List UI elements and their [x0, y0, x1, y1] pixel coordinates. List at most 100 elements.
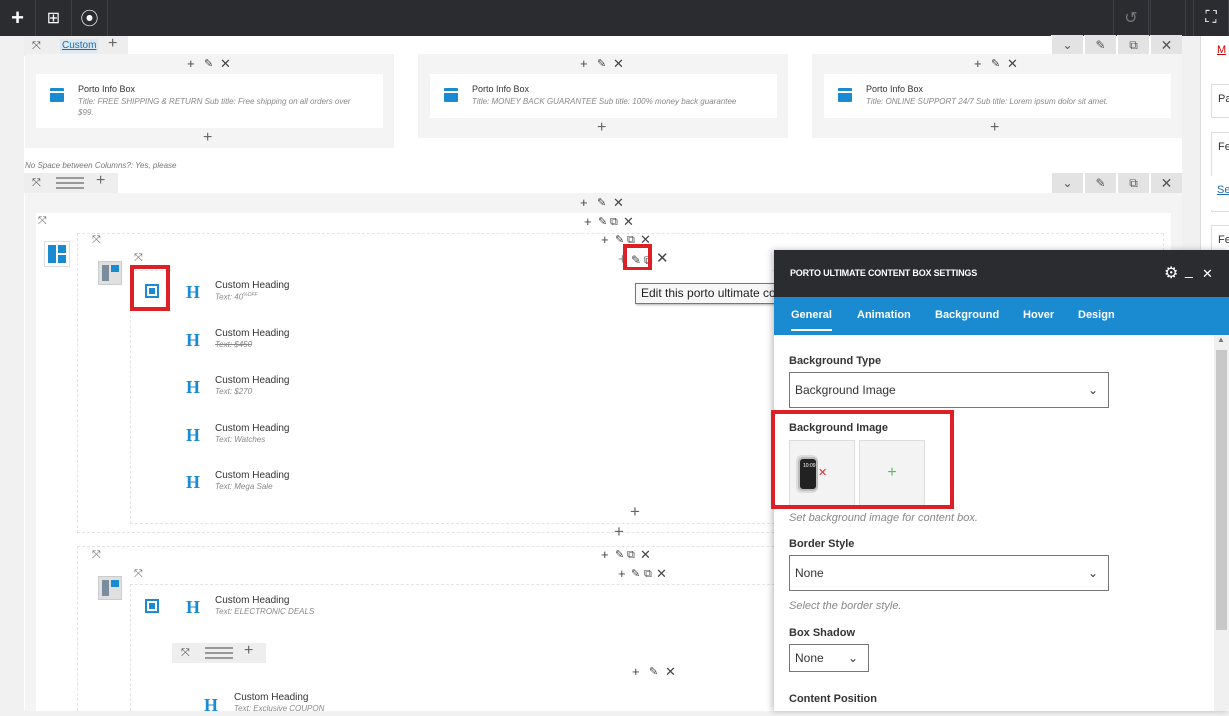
- fullscreen-icon[interactable]: ⛶: [1193, 0, 1229, 36]
- tab-animation[interactable]: Animation: [857, 309, 911, 321]
- add-column-button[interactable]: +: [244, 643, 253, 659]
- custom-layout-link[interactable]: Custom: [60, 39, 99, 53]
- heading-text: Text: $270: [215, 387, 253, 396]
- col3-add-element-icon[interactable]: +: [990, 120, 999, 136]
- heading-icon: H: [186, 282, 201, 302]
- col3-delete-icon[interactable]: ✕: [1007, 57, 1018, 71]
- move-icon[interactable]: ⤧: [38, 215, 47, 228]
- row1-delete-icon[interactable]: ✕: [1150, 35, 1182, 55]
- row1-copy-icon[interactable]: ⧉: [1117, 35, 1149, 55]
- close-icon[interactable]: ✕: [1202, 266, 1213, 282]
- row1-edit-icon[interactable]: ✎: [1084, 35, 1116, 55]
- background-image-hint: Set background image for content box.: [789, 512, 978, 524]
- dialog-title: PORTO ULTIMATE CONTENT BOX SETTINGS: [790, 268, 978, 278]
- column-layout-icon: [98, 261, 122, 285]
- tab-general[interactable]: General: [791, 309, 832, 331]
- inner-edit-icon[interactable]: ✎: [598, 215, 607, 229]
- content-box-add-element-icon[interactable]: +: [630, 503, 640, 520]
- row2-copy-icon[interactable]: ⧉: [1117, 173, 1149, 193]
- content-box-delete-icon[interactable]: ✕: [656, 251, 669, 266]
- row2-col-edit-icon[interactable]: ✎: [597, 196, 606, 210]
- inner-add-icon[interactable]: +: [584, 215, 592, 229]
- box-shadow-select[interactable]: None ⌄: [789, 644, 869, 672]
- custom-heading-5[interactable]: H Custom Heading Text: Mega Sale: [172, 460, 772, 506]
- heading-icon: H: [204, 695, 219, 715]
- undo-icon[interactable]: ↺: [1113, 0, 1149, 36]
- content-box2-delete-icon[interactable]: ✕: [656, 567, 667, 581]
- col3-add-icon[interactable]: +: [974, 57, 982, 71]
- info-box-2[interactable]: Porto Info Box Title: MONEY BACK GUARANT…: [430, 74, 777, 118]
- content-box2-edit-icon[interactable]: ✎: [631, 567, 640, 581]
- heading-icon: H: [186, 330, 201, 350]
- content-box2-add-icon[interactable]: +: [618, 567, 626, 581]
- settings-dialog: PORTO ULTIMATE CONTENT BOX SETTINGS ⚙ _ …: [771, 250, 1229, 711]
- background-type-select[interactable]: Background Image ⌄: [789, 372, 1109, 408]
- grid-container-icon: [44, 241, 70, 267]
- move-row-icon[interactable]: ⤧: [32, 39, 41, 53]
- column-layout-icon: [98, 576, 122, 600]
- row2-col-add-icon[interactable]: +: [580, 196, 588, 210]
- heading-title: Custom Heading: [234, 692, 309, 703]
- cursor-icon[interactable]: ⦿: [72, 0, 108, 36]
- border-style-select[interactable]: None ⌄: [789, 555, 1109, 591]
- minimize-icon[interactable]: _: [1185, 262, 1193, 278]
- sidebar-link[interactable]: M: [1211, 36, 1229, 70]
- move-icon[interactable]: ⤧: [92, 234, 101, 247]
- row2-col-delete-icon[interactable]: ✕: [613, 196, 624, 210]
- row1-collapse-icon[interactable]: ⌄: [1051, 35, 1083, 55]
- custom-heading-6[interactable]: H Custom Heading Text: ELECTRONIC DEALS: [172, 585, 772, 631]
- move-row-icon[interactable]: ⤧: [181, 646, 190, 660]
- info-box-icon: [444, 88, 458, 102]
- custom-heading-2[interactable]: H Custom Heading Text: $450: [172, 318, 772, 364]
- nested-col-add-icon[interactable]: +: [632, 665, 640, 679]
- dialog-scrollbar[interactable]: ▲: [1214, 335, 1229, 711]
- col1-edit-icon[interactable]: ✎: [204, 57, 213, 71]
- info-box-subtitle: Title: ONLINE SUPPORT 24/7 Sub title: Lo…: [866, 97, 1109, 106]
- custom-heading-7[interactable]: H Custom Heading Text: Exclusive COUPON: [190, 685, 775, 715]
- layout-icon[interactable]: [205, 647, 233, 659]
- custom-heading-4[interactable]: H Custom Heading Text: Watches: [172, 413, 772, 459]
- move-icon[interactable]: ⤧: [134, 252, 143, 265]
- row2-edit-icon[interactable]: ✎: [1084, 173, 1116, 193]
- row2-delete-icon[interactable]: ✕: [1150, 173, 1182, 193]
- border-style-hint: Select the border style.: [789, 600, 902, 612]
- info-box-title: Porto Info Box: [472, 84, 530, 94]
- col1-delete-icon[interactable]: ✕: [220, 57, 231, 71]
- col2-add-element-icon[interactable]: +: [597, 120, 606, 136]
- gear-icon[interactable]: ⚙: [1164, 263, 1178, 283]
- nested-col-edit-icon[interactable]: ✎: [649, 665, 658, 679]
- inner-delete-icon[interactable]: ✕: [623, 215, 634, 229]
- info-box-icon: [838, 88, 852, 102]
- row-note: No Space between Columns?: Yes, please: [25, 161, 177, 170]
- chevron-down-icon: ⌄: [847, 651, 858, 665]
- layout-icon[interactable]: [56, 177, 84, 189]
- move-row-icon[interactable]: ⤧: [32, 176, 41, 190]
- row2-collapse-icon[interactable]: ⌄: [1051, 173, 1083, 193]
- add-column-button[interactable]: +: [96, 173, 105, 189]
- add-element-icon[interactable]: +: [0, 0, 36, 36]
- col2-edit-icon[interactable]: ✎: [597, 57, 606, 71]
- sidebar-panel[interactable]: Pa: [1211, 84, 1229, 118]
- col1-add-element-icon[interactable]: +: [203, 130, 212, 146]
- col1-add-icon[interactable]: +: [187, 57, 195, 71]
- col2-delete-icon[interactable]: ✕: [613, 57, 624, 71]
- info-box-3[interactable]: Porto Info Box Title: ONLINE SUPPORT 24/…: [824, 74, 1171, 118]
- section-add-element-icon[interactable]: +: [614, 523, 624, 540]
- info-box-icon: [50, 88, 64, 102]
- tab-design[interactable]: Design: [1078, 309, 1115, 321]
- inner-copy-icon[interactable]: ⧉: [610, 215, 618, 229]
- tab-hover[interactable]: Hover: [1023, 309, 1054, 321]
- col2-add-icon[interactable]: +: [580, 57, 588, 71]
- nested-col-delete-icon[interactable]: ✕: [665, 665, 676, 679]
- sidebar-link[interactable]: Se: [1211, 176, 1229, 210]
- col3-edit-icon[interactable]: ✎: [991, 57, 1000, 71]
- custom-heading-3[interactable]: H Custom Heading Text: $270: [172, 365, 772, 411]
- section-add-icon[interactable]: +: [601, 233, 609, 247]
- info-box-1[interactable]: Porto Info Box Title: FREE SHIPPING & RE…: [36, 74, 383, 128]
- move-icon[interactable]: ⤧: [134, 568, 143, 581]
- templates-icon[interactable]: ⊞: [36, 0, 72, 36]
- tab-background[interactable]: Background: [935, 309, 999, 321]
- add-column-button[interactable]: +: [108, 36, 117, 52]
- scrollbar-thumb[interactable]: [1216, 350, 1227, 630]
- content-box2-copy-icon[interactable]: ⧉: [644, 567, 652, 581]
